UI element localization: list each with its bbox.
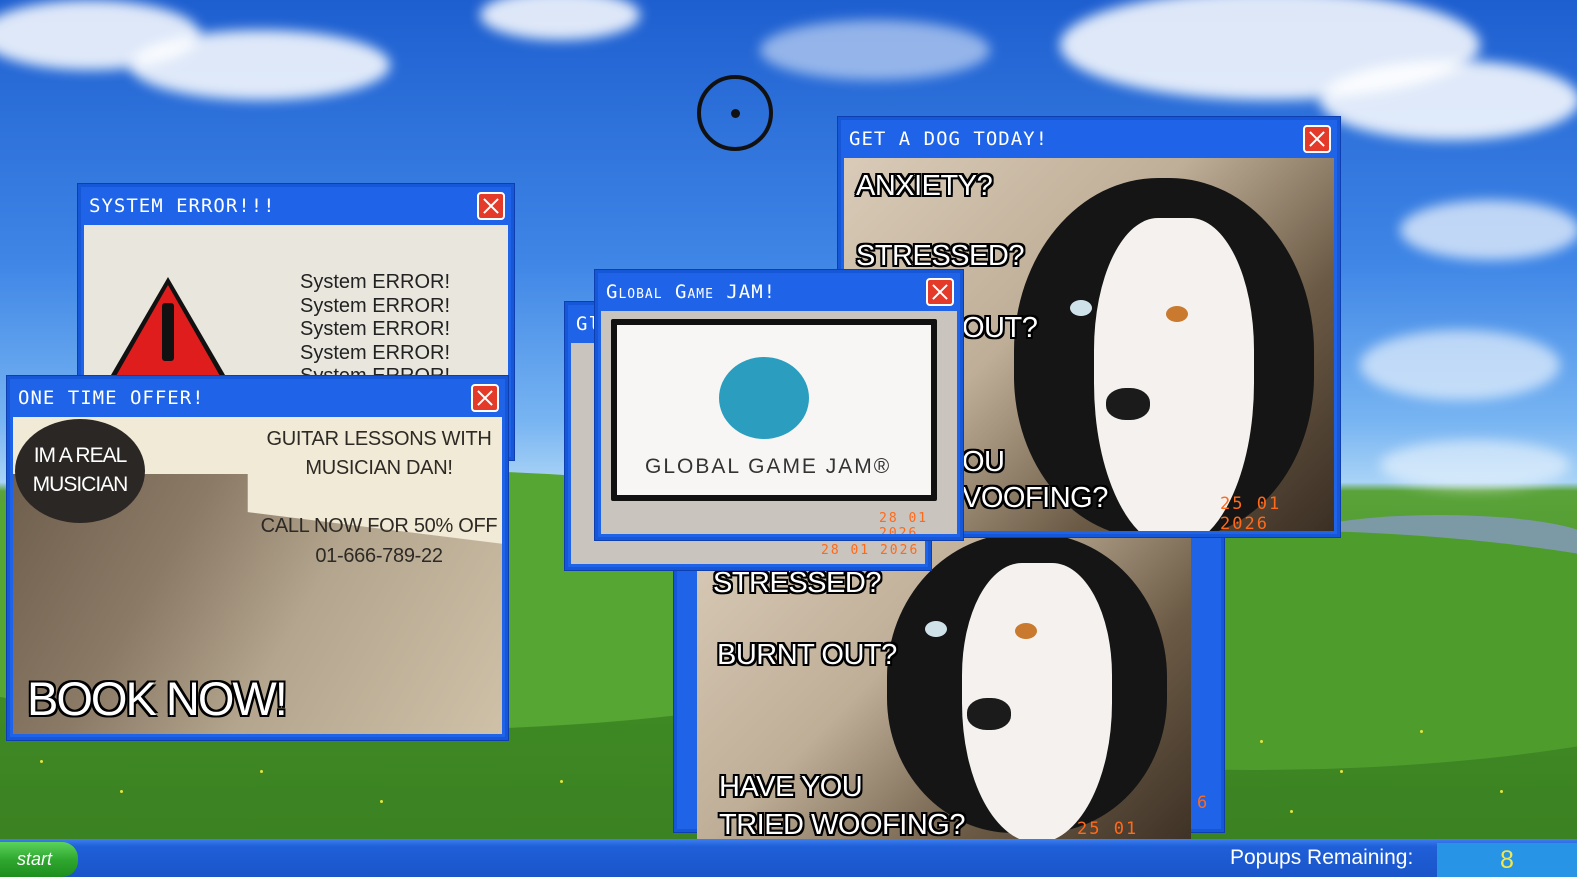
cloud [130,30,390,100]
headline-line: GUITAR LESSONS WITH [266,428,492,450]
popups-remaining-label: Popups Remaining: [1230,846,1414,869]
dog-ad-line: HAVE YOU [719,771,863,803]
offer-phone: 01-666-789-22 [315,545,443,567]
musician-bubble: IM A REAL MUSICIAN [15,419,145,523]
flower [260,770,263,773]
dog-blaze [1094,218,1254,531]
guitar-offer-popup[interactable]: ONE TIME OFFER! IM A REAL MUSICIAN GUITA… [7,376,508,740]
popup-title: ONE TIME OFFER! [18,387,205,409]
date-stamp: 28 01 2026 [821,543,920,558]
dog-eye-left [925,621,947,637]
guitar-offer: CALL NOW FOR 50% OFF 01-666-789-22 [259,511,499,571]
date-stamp: 28 01 2026 [879,511,929,534]
offer-line: CALL NOW FOR 50% OFF [260,515,498,537]
dog-ad-line: STRESSED? [713,567,881,599]
popup-title: Global Game JAM! [606,281,777,303]
game-jam-popup[interactable]: Global Game JAM! GLOBAL GAME JAM® 28 01 … [595,270,963,540]
crosshair-cursor [697,75,773,151]
bubble-line: MUSICIAN [32,473,129,496]
flower [1500,790,1503,793]
dog-ad-line: STRESSED? [856,240,1024,272]
ggj-globe [719,357,809,439]
flower [380,800,383,803]
headline-line: MUSICIAN DAN! [305,457,453,479]
guitar-content: IM A REAL MUSICIAN GUITAR LESSONS WITH M… [13,417,502,734]
dog-nose [967,698,1011,730]
dog-ad-line: VOOFING? [962,482,1108,514]
dog-photo-back: STRESSED? BURNT OUT? HAVE YOU TRIED WOOF… [697,523,1191,857]
popup-title: SYSTEM ERROR!!! [89,195,276,217]
flower [40,760,43,763]
error-lines: System ERROR! System ERROR! System ERROR… [300,271,450,389]
dog-ad-line: ANXIETY? [856,170,993,202]
flower [1260,740,1263,743]
bubble-line: IM A REAL [33,444,128,467]
close-button[interactable] [471,384,499,412]
flower [560,780,563,783]
dog-ad-line: BURNT OUT? [717,639,897,671]
edge-glyph: 6 [1197,793,1210,813]
flower [1420,730,1423,733]
error-line: System ERROR! [300,341,451,364]
cloud [480,0,640,40]
guitar-headline: GUITAR LESSONS WITH MUSICIAN DAN! [259,425,499,483]
cloud [760,20,990,80]
close-button[interactable] [477,192,505,220]
error-line: System ERROR! [300,294,451,317]
cloud [1320,60,1577,140]
start-button[interactable]: start [0,842,78,877]
cloud [1360,330,1560,400]
dog-eye-right [1015,623,1037,639]
popup-title: GET A DOG TODAY! [849,128,1049,150]
cloud [1380,440,1570,490]
flower [120,790,123,793]
cloud [1400,200,1577,260]
dog-nose [1106,388,1150,420]
dog-eye-right [1166,306,1188,322]
ggj-screen-text: GLOBAL GAME JAM® [645,455,892,478]
warning-icon-bang [162,303,174,361]
error-line: System ERROR! [300,271,451,293]
book-now-text[interactable]: BOOK NOW! [27,671,288,726]
flower [1290,810,1293,813]
flower [1340,770,1343,773]
popups-remaining-counter: 8 [1437,843,1577,877]
dog-ad-line: OU [962,446,1005,478]
dog-ad-line: OUT? [962,312,1038,344]
error-line: System ERROR! [300,318,451,340]
date-stamp: 25 01 2026 [1220,494,1282,531]
game-jam-photo: GLOBAL GAME JAM® 28 01 2026 [601,311,957,534]
close-button[interactable] [926,278,954,306]
dog-eye-left [1070,300,1092,316]
close-button[interactable] [1303,125,1331,153]
dog-ad-line: TRIED WOOFING? [719,809,965,841]
